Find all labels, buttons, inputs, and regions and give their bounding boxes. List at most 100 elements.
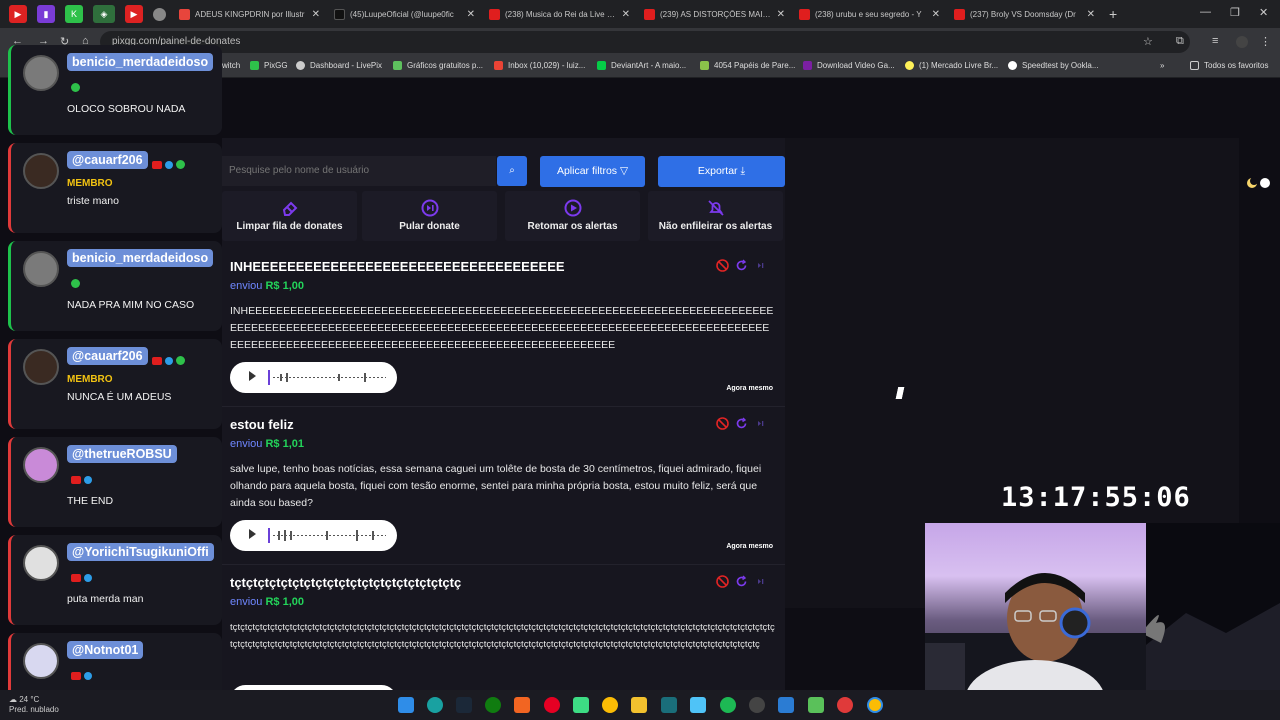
skip-donate-button[interactable]: Pular donate xyxy=(362,191,497,241)
chrome-active-icon[interactable] xyxy=(867,697,883,713)
chevron-right-icon[interactable]: » xyxy=(1160,61,1164,70)
bookmark-4[interactable]: Inbox (10,029) - luiz... xyxy=(494,61,585,70)
user-badges xyxy=(71,275,83,293)
notepad-icon[interactable] xyxy=(690,697,706,713)
weather-widget[interactable]: ☁ 24 °C Pred. nublado xyxy=(9,695,59,715)
block-icon[interactable] xyxy=(716,259,729,272)
bookmark-9[interactable]: Speedtest by Ookla... xyxy=(1008,61,1099,70)
play-audio-icon[interactable] xyxy=(249,529,256,539)
globe-icon[interactable] xyxy=(153,7,166,21)
block-icon[interactable] xyxy=(716,575,729,588)
youtube-icon[interactable]: ▶ xyxy=(9,5,27,23)
replay-icon[interactable] xyxy=(735,575,748,588)
filters-label: Aplicar filtros xyxy=(556,165,618,177)
pinterest-icon[interactable] xyxy=(544,697,560,713)
bookmark-5[interactable]: DeviantArt - A maio... xyxy=(597,61,686,70)
audio-player[interactable] xyxy=(230,362,397,393)
photos-icon[interactable] xyxy=(778,697,794,713)
twitch-icon[interactable]: ▮ xyxy=(37,5,55,23)
spotify-icon[interactable] xyxy=(720,697,736,713)
skip-small-icon[interactable] xyxy=(754,259,767,272)
xbox-icon[interactable] xyxy=(485,697,501,713)
resume-alerts-button[interactable]: Retomar os alertas xyxy=(505,191,640,241)
bookmark-6[interactable]: 4054 Papéis de Pare... xyxy=(700,61,795,70)
donate-card: INHEEEEEEEEEEEEEEEEEEEEEEEEEEEEEEEEEEEE … xyxy=(222,250,785,407)
close-window-icon[interactable]: ✕ xyxy=(1259,6,1268,19)
user-badges xyxy=(71,667,95,685)
extensions-icon[interactable]: ⧉ xyxy=(1176,35,1184,48)
close-icon[interactable]: ✕ xyxy=(312,9,320,20)
bookmark-1[interactable]: PixGG xyxy=(250,61,288,70)
bookmark-7[interactable]: Download Video Ga... xyxy=(803,61,895,70)
chat-text: triste mano xyxy=(67,195,119,207)
tab-3[interactable]: (239) AS DISTORÇÕES MAIS C ✕ xyxy=(636,2,791,26)
favorites-label: Todos os favoritos xyxy=(1204,61,1269,70)
star-icon[interactable]: ☆ xyxy=(1143,35,1153,48)
maximize-icon[interactable]: ❐ xyxy=(1230,6,1240,19)
all-favorites[interactable]: Todos os favoritos xyxy=(1190,61,1268,70)
replay-icon[interactable] xyxy=(735,417,748,430)
export-label: Exportar xyxy=(697,165,738,177)
bookmark-8[interactable]: (1) Mercado Livre Br... xyxy=(905,61,998,70)
search-button[interactable]: ⌕ xyxy=(497,156,527,186)
weather-desc: Pred. nublado xyxy=(9,705,59,714)
pixgg-tab-icon[interactable]: ◈ xyxy=(93,5,115,23)
block-icon[interactable] xyxy=(716,417,729,430)
apply-filters-button[interactable]: Aplicar filtros ▽ xyxy=(540,156,645,187)
edge-icon[interactable] xyxy=(427,697,443,713)
tab-0[interactable]: ADEUS KINGPDRIN por Illustr ✕ xyxy=(171,2,326,26)
play-audio-icon[interactable] xyxy=(249,371,256,381)
profile-avatar[interactable] xyxy=(1236,36,1248,48)
replay-icon[interactable] xyxy=(735,259,748,272)
chrome-icon[interactable] xyxy=(602,697,618,713)
bookmark-label: 4054 Papéis de Pare... xyxy=(714,61,796,70)
steam-icon[interactable] xyxy=(456,697,472,713)
tab-5[interactable]: (237) Broly VS Doomsday (Dr ✕ xyxy=(946,2,1101,26)
bookmark-2[interactable]: Dashboard - LivePix xyxy=(296,61,382,70)
tab-1[interactable]: (45)LuupeOficial (@luupe0fic ✕ xyxy=(326,2,481,26)
app-b-icon[interactable] xyxy=(573,697,589,713)
theme-toggle-icon[interactable] xyxy=(1234,176,1270,190)
close-icon[interactable]: ✕ xyxy=(467,9,475,20)
close-icon[interactable]: ✕ xyxy=(777,9,785,20)
no-queue-alerts-button[interactable]: Não enfileirar os alertas xyxy=(648,191,783,241)
clear-queue-button[interactable]: Limpar fila de donates xyxy=(222,191,357,241)
chat-username: benicio_merdadeidoso xyxy=(67,249,214,267)
user-badges xyxy=(151,352,188,370)
skip-small-icon[interactable] xyxy=(754,575,767,588)
capcut-icon[interactable] xyxy=(661,697,677,713)
folder-icon[interactable] xyxy=(631,697,647,713)
minimize-icon[interactable]: — xyxy=(1200,6,1211,18)
tab-2[interactable]: (238) Musica do Rei da Live - Y ✕ xyxy=(481,2,636,26)
eraser-icon xyxy=(282,201,297,216)
bookmark-3[interactable]: Gráficos gratuitos p... xyxy=(393,61,483,70)
close-icon[interactable]: ✕ xyxy=(622,9,630,20)
search-input[interactable] xyxy=(222,156,496,186)
media-icon[interactable]: ≡ xyxy=(1212,35,1218,47)
audio-player[interactable] xyxy=(230,520,397,551)
close-icon[interactable]: ✕ xyxy=(1087,9,1095,20)
streamer-image xyxy=(925,573,1146,700)
export-button[interactable]: Exportar ⤓ xyxy=(658,156,785,187)
webcam-background xyxy=(1146,523,1280,700)
kick-icon[interactable]: K xyxy=(65,5,83,23)
avatar xyxy=(23,349,59,385)
app-icon[interactable] xyxy=(808,697,824,713)
new-tab-button[interactable]: + xyxy=(1109,6,1117,22)
skip-small-icon[interactable] xyxy=(754,417,767,430)
tab-4[interactable]: (238) urubu e seu segredo - Y ✕ xyxy=(791,2,946,26)
chat-message: @YoriichiTsugikuniOffi puta merda man xyxy=(8,535,222,625)
donate-message: INHEEEEEEEEEEEEEEEEEEEEEEEEEEEEEEEEEEEEE… xyxy=(230,305,774,351)
chat-message: benicio_merdadeidoso NADA PRA MIM NO CASO xyxy=(8,241,222,331)
obs-icon[interactable] xyxy=(749,697,765,713)
user-badges xyxy=(151,156,188,174)
bookmark-0[interactable]: witch xyxy=(222,61,240,70)
app-red-icon[interactable] xyxy=(837,697,853,713)
youtube-icon-2[interactable]: ▶ xyxy=(125,5,143,23)
url-input[interactable]: pixgg.com/painel-de-donates xyxy=(100,31,1190,53)
menu-icon[interactable]: ⋮ xyxy=(1260,35,1271,48)
start-icon[interactable] xyxy=(398,697,414,713)
close-icon[interactable]: ✕ xyxy=(932,9,940,20)
donate-title: estou feliz xyxy=(230,417,294,432)
vlc-icon[interactable] xyxy=(514,697,530,713)
